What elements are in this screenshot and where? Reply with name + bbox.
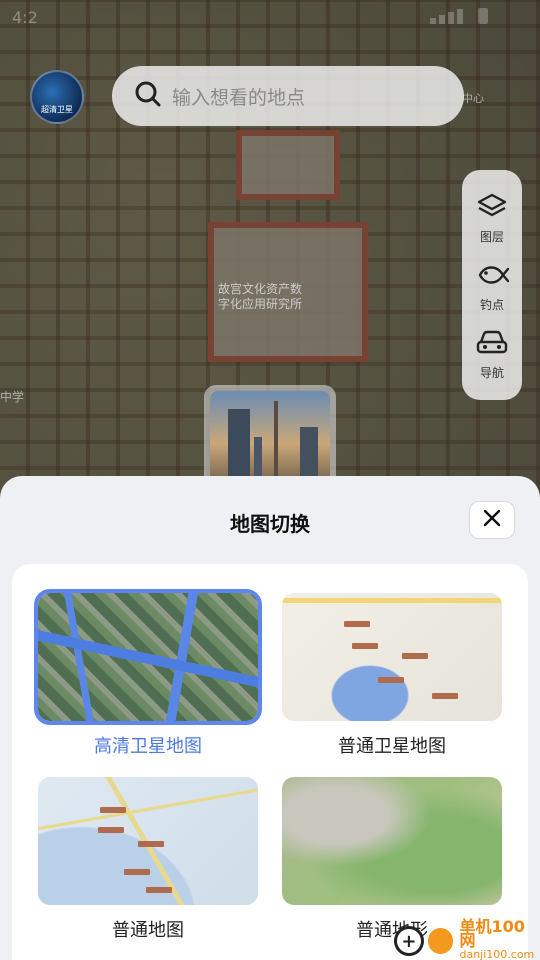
- hd-satellite-thumbnail[interactable]: [34, 589, 262, 725]
- sheet-title: 地图切换: [230, 512, 310, 536]
- navigation-label: 导航: [479, 366, 504, 380]
- status-time: 4:2: [12, 8, 38, 27]
- site-watermark: + 单机100网 danji100.com: [394, 917, 540, 960]
- normal-satellite-thumbnail[interactable]: [282, 593, 502, 721]
- watermark-dot-icon: [427, 928, 454, 954]
- terrain-thumbnail[interactable]: [282, 777, 502, 905]
- search-placeholder: 输入想看的地点: [172, 86, 306, 109]
- layers-label: 图层: [479, 230, 504, 244]
- close-icon: [482, 508, 502, 532]
- fishing-spot-label: 钓点: [479, 298, 504, 312]
- map-side-label: 中学: [0, 390, 25, 404]
- normal-map-label[interactable]: 普通地图: [38, 916, 258, 942]
- normal-map-thumbnail[interactable]: [38, 777, 258, 905]
- fishing-spot-button[interactable]: 钓点: [462, 260, 522, 313]
- fish-icon: [475, 266, 510, 294]
- search-icon: [134, 80, 162, 112]
- car-icon: [475, 330, 509, 362]
- layers-button[interactable]: 图层: [462, 192, 522, 245]
- map-tools-panel: 图层 钓点 导航: [462, 170, 522, 400]
- map-courtyard: [236, 130, 340, 200]
- watermark-url: danji100.com: [459, 948, 535, 960]
- status-icons: [430, 8, 500, 24]
- normal-satellite-label[interactable]: 普通卫星地图: [282, 732, 502, 758]
- watermark-logo-icon: +: [394, 926, 424, 956]
- city-skyline-image: [210, 391, 330, 487]
- search-bar[interactable]: 输入想看的地点: [112, 66, 464, 126]
- close-button[interactable]: [469, 501, 515, 539]
- navigation-button[interactable]: 导航: [462, 328, 522, 381]
- map-type-avatar[interactable]: 超清卫星: [30, 70, 84, 124]
- watermark-name: 单机100网: [459, 917, 525, 950]
- hd-satellite-label[interactable]: 高清卫星地图: [38, 732, 258, 758]
- map-poi-label: 故宫文化资产数 字化应用研究所: [217, 282, 302, 311]
- layers-icon: [476, 193, 508, 226]
- map-corner-label: 中心: [462, 92, 484, 105]
- avatar-label: 超清卫星: [41, 105, 73, 114]
